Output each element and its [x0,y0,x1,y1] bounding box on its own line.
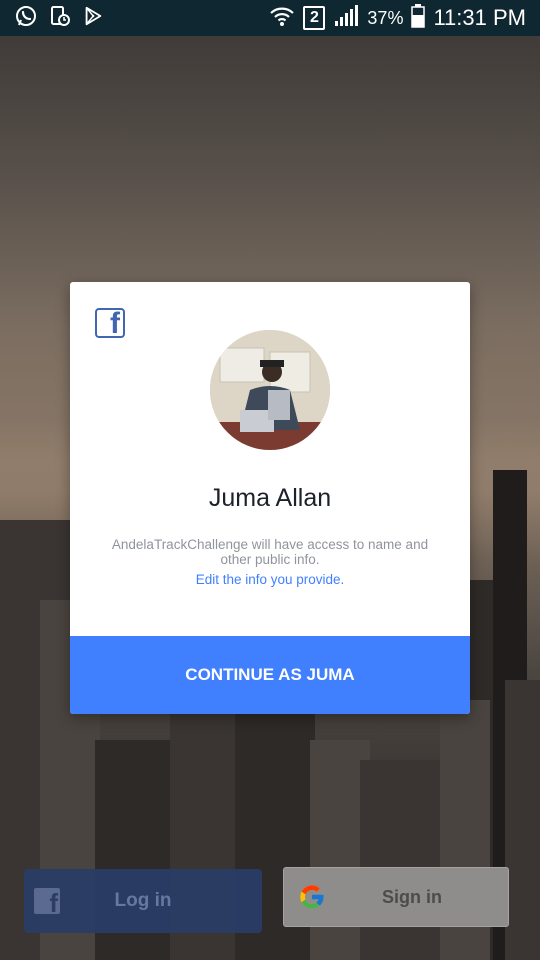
facebook-login-label: Log in [114,890,172,911]
access-permission-text: AndelaTrackChallenge will have access to… [111,537,429,567]
building [360,760,440,960]
facebook-icon: f [34,888,60,914]
building [505,680,540,960]
play-store-icon [82,5,104,32]
user-name: Juma Allan [208,484,332,512]
battery-percent: 37% [367,7,404,28]
google-icon [298,883,326,911]
signal-icon [333,4,359,33]
phone-usage-icon [48,4,72,33]
facebook-icon: f [95,308,125,338]
google-signin-button[interactable]: Sign in [283,867,509,927]
continue-as-user-button[interactable]: CONTINUE AS JUMA [70,636,470,714]
facebook-login-dialog: f Juma Allan AndelaTrackChallenge will h… [70,282,470,714]
wifi-icon [269,4,295,33]
battery-icon [411,3,426,33]
avatar [210,330,330,450]
edit-info-link[interactable]: Edit the info you provide. [70,572,470,587]
sim-indicator: 2 [303,6,326,30]
whatsapp-icon [14,4,38,33]
status-bar: 2 37% 11:31 PM [0,0,540,36]
clock: 11:31 PM [433,5,526,30]
facebook-login-button[interactable]: f Log in [24,869,262,933]
google-signin-label: Sign in [382,886,442,907]
